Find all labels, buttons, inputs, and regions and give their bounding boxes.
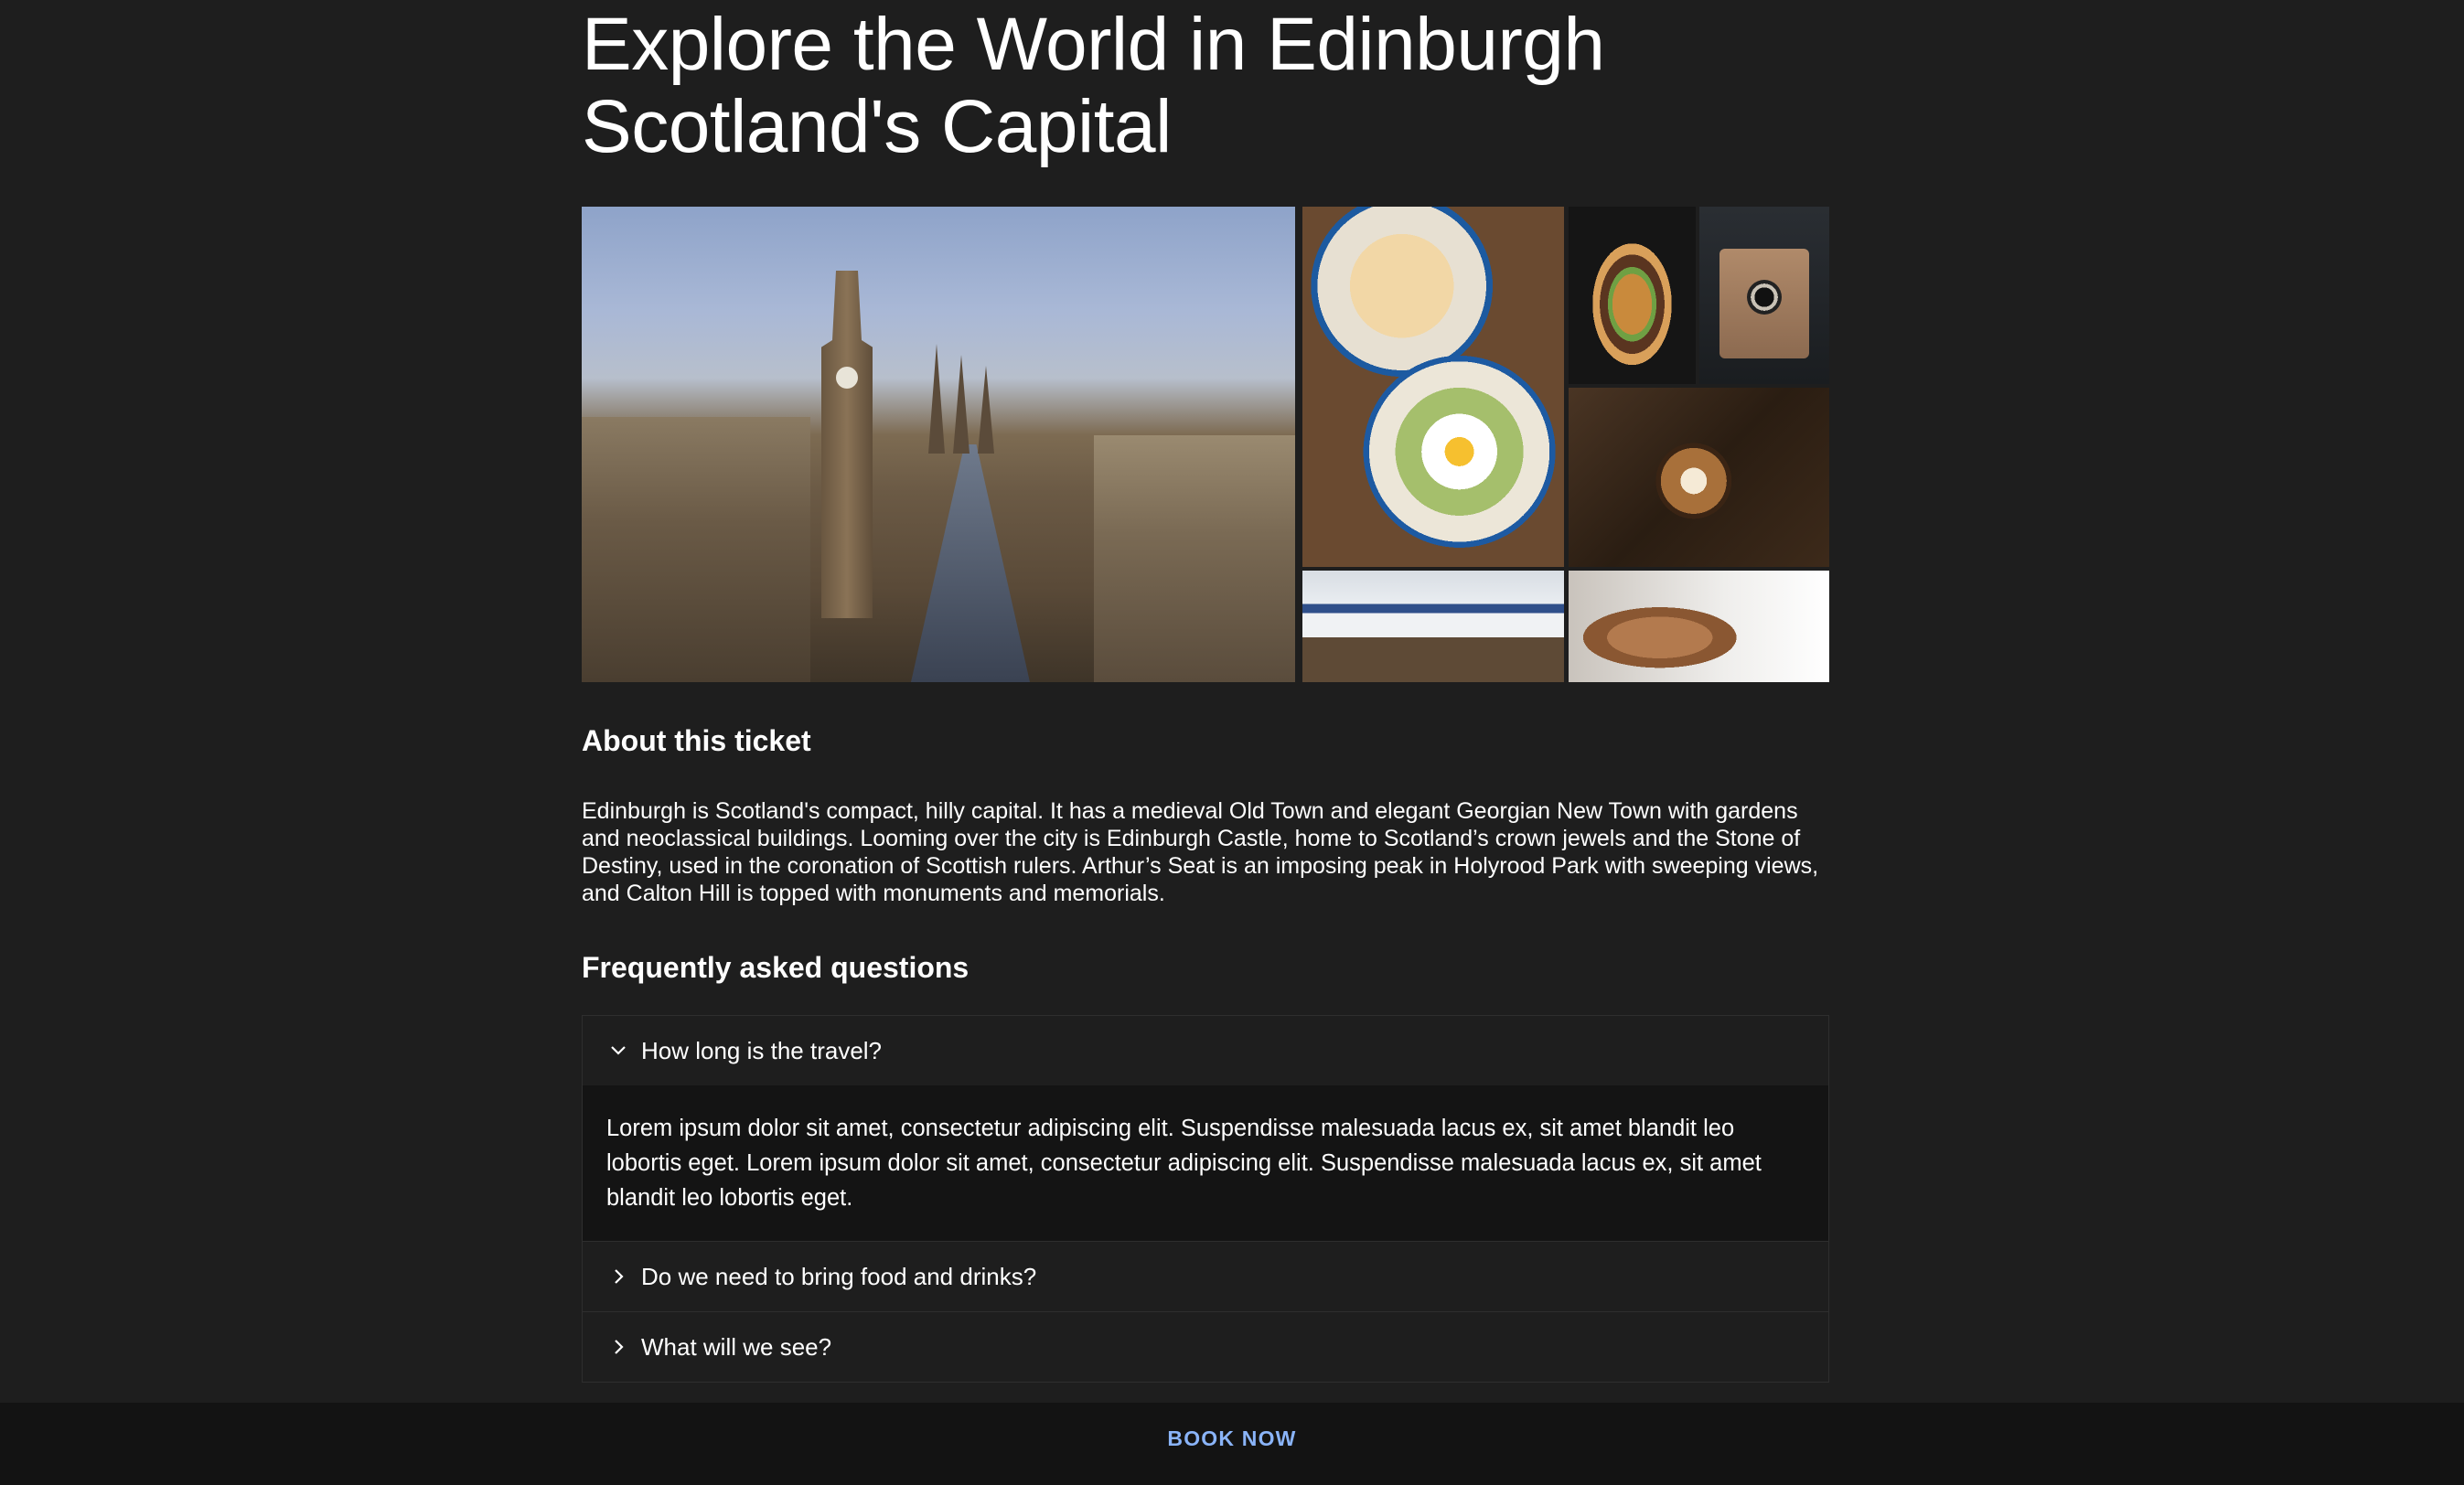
gallery-image-burger[interactable]: [1569, 207, 1696, 384]
faq-question-label: Do we need to bring food and drinks?: [641, 1262, 1037, 1290]
faq-heading: Frequently asked questions: [582, 951, 970, 984]
photo-gallery: [582, 207, 1829, 682]
faq-question-see[interactable]: What will we see?: [583, 1312, 1828, 1382]
gallery-image-gavel[interactable]: [1569, 571, 1829, 682]
book-now-button[interactable]: BOOK NOW: [1152, 1419, 1311, 1458]
faq-item: What will we see?: [583, 1312, 1828, 1382]
faq-question-label: How long is the travel?: [641, 1036, 883, 1064]
chevron-down-icon: [606, 1039, 630, 1063]
faq-accordion: How long is the travel? Lorem ipsum dolo…: [582, 1015, 1829, 1383]
about-heading: About this ticket: [582, 724, 811, 757]
title-line-1: Explore the World in Edinburgh: [582, 3, 1605, 86]
faq-question-travel[interactable]: How long is the travel?: [583, 1016, 1828, 1085]
gallery-image-hats[interactable]: [1302, 571, 1564, 682]
gallery-image-edinburgh-city[interactable]: [582, 207, 1295, 682]
gallery-image-breakfast[interactable]: [1302, 207, 1564, 567]
faq-question-label: What will we see?: [641, 1332, 832, 1361]
chevron-right-icon: [606, 1265, 630, 1288]
page-title: Explore the World in Edinburgh Scotland'…: [582, 4, 1829, 168]
gallery-image-camera[interactable]: [1699, 207, 1829, 384]
gallery-image-coffee[interactable]: [1569, 388, 1829, 567]
title-line-2: Scotland's Capital: [582, 85, 1172, 168]
chevron-right-icon: [606, 1335, 630, 1359]
faq-item: How long is the travel? Lorem ipsum dolo…: [583, 1016, 1828, 1242]
faq-item: Do we need to bring food and drinks?: [583, 1242, 1828, 1312]
about-text: Edinburgh is Scotland's compact, hilly c…: [582, 798, 1819, 906]
footer-bar: BOOK NOW: [0, 1403, 2464, 1485]
faq-answer: Lorem ipsum dolor sit amet, consectetur …: [583, 1085, 1828, 1241]
faq-question-food[interactable]: Do we need to bring food and drinks?: [583, 1242, 1828, 1311]
